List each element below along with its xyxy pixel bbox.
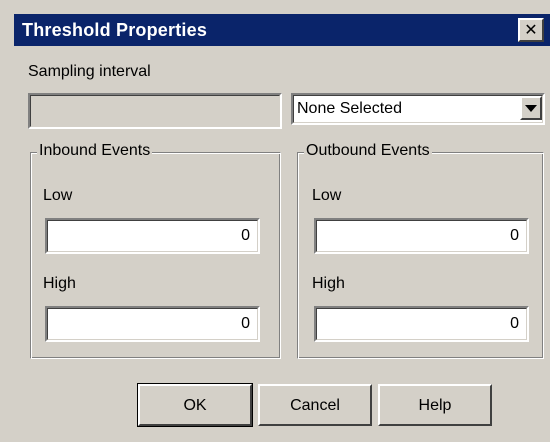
inbound-low-label: Low: [43, 187, 73, 204]
sampling-interval-label: Sampling interval: [28, 63, 151, 80]
outbound-high-label: High: [312, 275, 345, 292]
inbound-low-value: 0: [241, 227, 250, 244]
dropdown-selected-value: None Selected: [297, 100, 402, 117]
outbound-events-group: Outbound Events Low 0 High 0: [297, 142, 544, 359]
outbound-low-label: Low: [312, 187, 342, 204]
dropdown-button[interactable]: [520, 96, 542, 120]
inbound-high-label: High: [43, 275, 76, 292]
inbound-high-value: 0: [241, 315, 250, 332]
inbound-events-group: Inbound Events Low 0 High 0: [30, 142, 281, 359]
help-button[interactable]: Help: [378, 384, 492, 426]
close-icon: ✕: [524, 20, 538, 39]
cancel-button[interactable]: Cancel: [258, 384, 372, 426]
ok-button[interactable]: OK: [137, 383, 253, 427]
inbound-low-input[interactable]: 0: [45, 218, 260, 254]
close-button[interactable]: ✕: [518, 18, 544, 42]
outbound-low-input[interactable]: 0: [314, 218, 529, 254]
dialog-title: Threshold Properties: [22, 20, 208, 40]
ok-button-label: OK: [183, 397, 207, 414]
outbound-high-input[interactable]: 0: [314, 306, 529, 342]
outbound-low-value: 0: [510, 227, 519, 244]
help-button-label: Help: [418, 397, 452, 414]
inbound-high-input[interactable]: 0: [45, 306, 260, 342]
cancel-button-label: Cancel: [290, 397, 340, 414]
outbound-high-value: 0: [510, 315, 519, 332]
title-bar[interactable]: Threshold Properties ✕: [14, 14, 550, 46]
sampling-unit-dropdown[interactable]: None Selected: [291, 93, 545, 125]
threshold-properties-dialog: Threshold Properties ✕ Sampling interval…: [0, 0, 550, 442]
inbound-events-title: Inbound Events: [37, 142, 153, 160]
sampling-interval-field: [28, 93, 282, 129]
outbound-events-title: Outbound Events: [304, 142, 432, 160]
chevron-down-icon: [525, 105, 537, 112]
